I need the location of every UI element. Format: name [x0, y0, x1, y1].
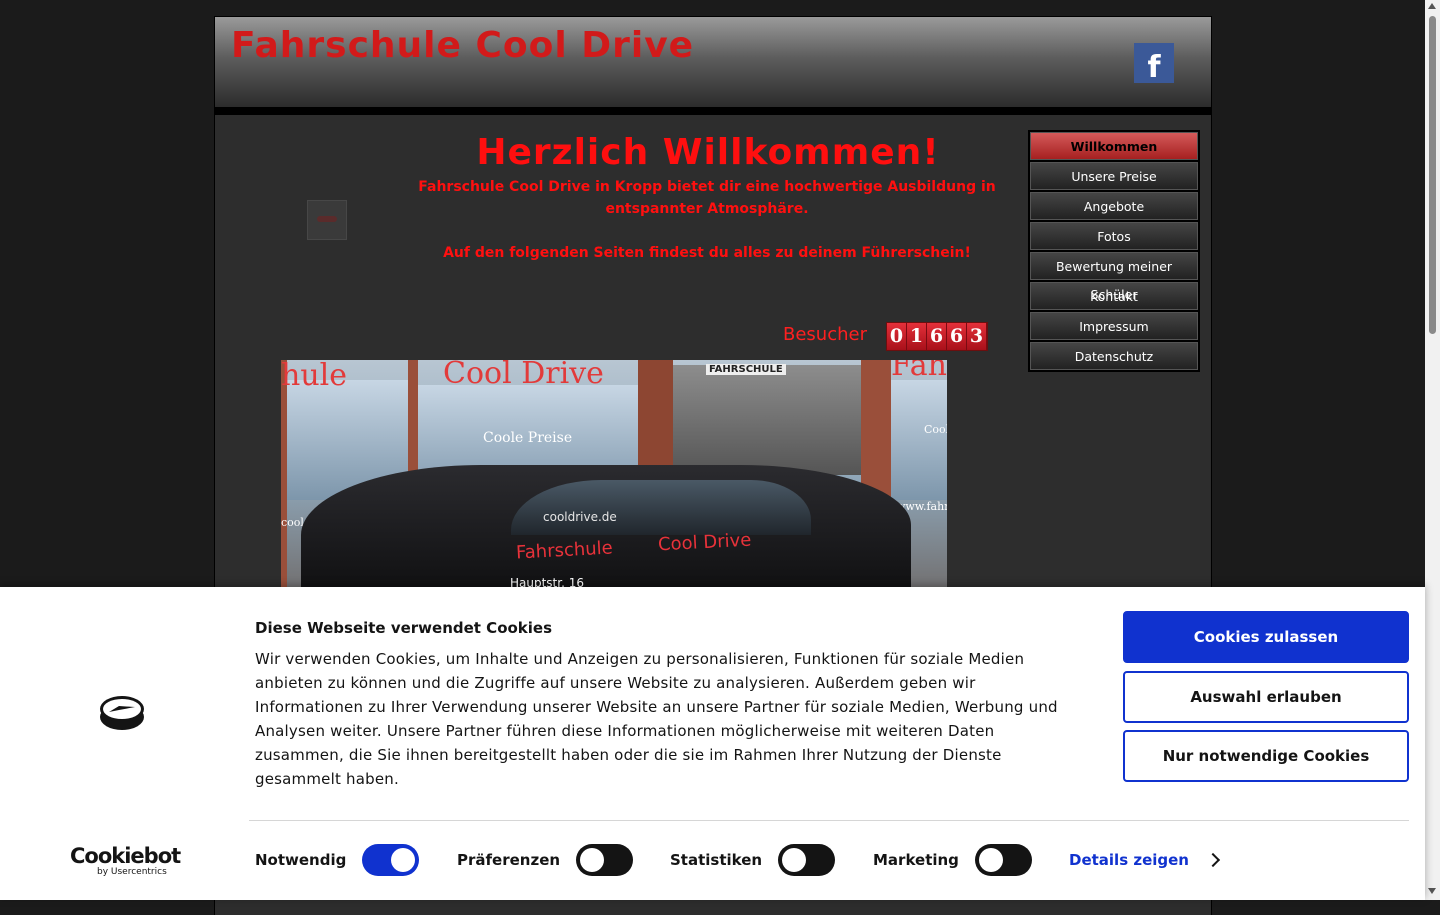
cookie-banner: Diese Webseite verwendet Cookies Wir ver… [0, 587, 1425, 900]
counter-digit: 0 [887, 323, 907, 350]
brand-sub: by Usercentrics [97, 867, 167, 877]
sign-text: Fah [891, 360, 947, 383]
hero-photo: hule Cool Drive Fah Coole Preise FAHRSCH… [281, 360, 947, 600]
brand-name: Cookiebot [70, 844, 181, 868]
toggle-label-praeferenzen: Präferenzen [457, 851, 561, 869]
counter-digit: 3 [967, 323, 987, 350]
cookie-divider [249, 820, 1409, 821]
allow-all-cookies-button[interactable]: Cookies zulassen [1123, 611, 1409, 663]
cookiebot-brand: Cookiebot by Usercentrics [70, 844, 181, 877]
toggle-marketing[interactable] [975, 844, 1032, 876]
nav-item-willkommen[interactable]: Willkommen [1030, 132, 1198, 160]
necessary-only-button[interactable]: Nur notwendige Cookies [1123, 730, 1409, 782]
scroll-thumb[interactable] [1429, 16, 1436, 334]
cookiebot-logo-icon [100, 696, 144, 730]
nav-item-datenschutz[interactable]: Datenschutz [1030, 342, 1198, 370]
nav-item-kontakt[interactable]: Kontakt [1030, 282, 1198, 310]
intro-line-1: Fahrschule Cool Drive in Kropp bietet di… [418, 179, 996, 217]
counter-digit: 1 [907, 323, 927, 350]
counter-digit: 6 [927, 323, 947, 350]
cookie-title: Diese Webseite verwendet Cookies [255, 619, 553, 637]
site-title[interactable]: Fahrschule Cool Drive [231, 25, 694, 66]
site-header: Fahrschule Cool Drive f [214, 16, 1212, 110]
page-scrollbar[interactable] [1425, 0, 1440, 900]
shop-window [891, 380, 947, 500]
welcome-heading: Herzlich Willkommen! [476, 132, 940, 173]
car-window [511, 480, 811, 535]
nav-item-unsere-preise[interactable]: Unsere Preise [1030, 162, 1198, 190]
toggle-label-statistiken: Statistiken [670, 851, 763, 869]
toggle-label-notwendig: Notwendig [255, 851, 347, 869]
main-nav: Willkommen Unsere Preise Angebote Fotos … [1028, 130, 1200, 372]
details-link[interactable]: Details zeigen [1069, 851, 1189, 869]
sign-text: FAHRSCHULE [706, 364, 786, 375]
window-text: Cool [924, 423, 947, 436]
small-logo-image [307, 200, 347, 240]
toggle-label-marketing: Marketing [873, 851, 959, 869]
facebook-icon[interactable]: f [1134, 43, 1174, 83]
sign-text: Cool Drive [443, 360, 604, 391]
scroll-up-icon[interactable] [1428, 3, 1436, 9]
toggle-notwendig[interactable] [362, 844, 419, 876]
header-divider [214, 107, 1212, 115]
nav-item-bewertung[interactable]: Bewertung meiner Schüler [1030, 252, 1198, 302]
counter-digit: 6 [947, 323, 967, 350]
nav-item-fotos[interactable]: Fotos [1030, 222, 1198, 250]
allow-selection-button[interactable]: Auswahl erlauben [1123, 671, 1409, 723]
toggle-praeferenzen[interactable] [576, 844, 633, 876]
nav-item-impressum[interactable]: Impressum [1030, 312, 1198, 340]
visitor-label: Besucher [783, 324, 867, 345]
chevron-right-icon[interactable] [1205, 852, 1221, 868]
shop-door [673, 365, 861, 475]
sign-text: Coole Preise [483, 430, 573, 446]
intro-text: Fahrschule Cool Drive in Kropp bietet di… [414, 176, 1000, 264]
car-text: cooldrive.de [543, 510, 617, 524]
nav-item-angebote[interactable]: Angebote [1030, 192, 1198, 220]
toggle-statistiken[interactable] [778, 844, 835, 876]
visitor-counter: 0 1 6 6 3 [886, 322, 988, 351]
intro-line-2: Auf den folgenden Seiten findest du alle… [443, 245, 971, 261]
scroll-down-icon[interactable] [1428, 888, 1436, 894]
cookie-description: Wir verwenden Cookies, um Inhalte und An… [255, 650, 1058, 788]
sign-text: hule [281, 360, 347, 393]
